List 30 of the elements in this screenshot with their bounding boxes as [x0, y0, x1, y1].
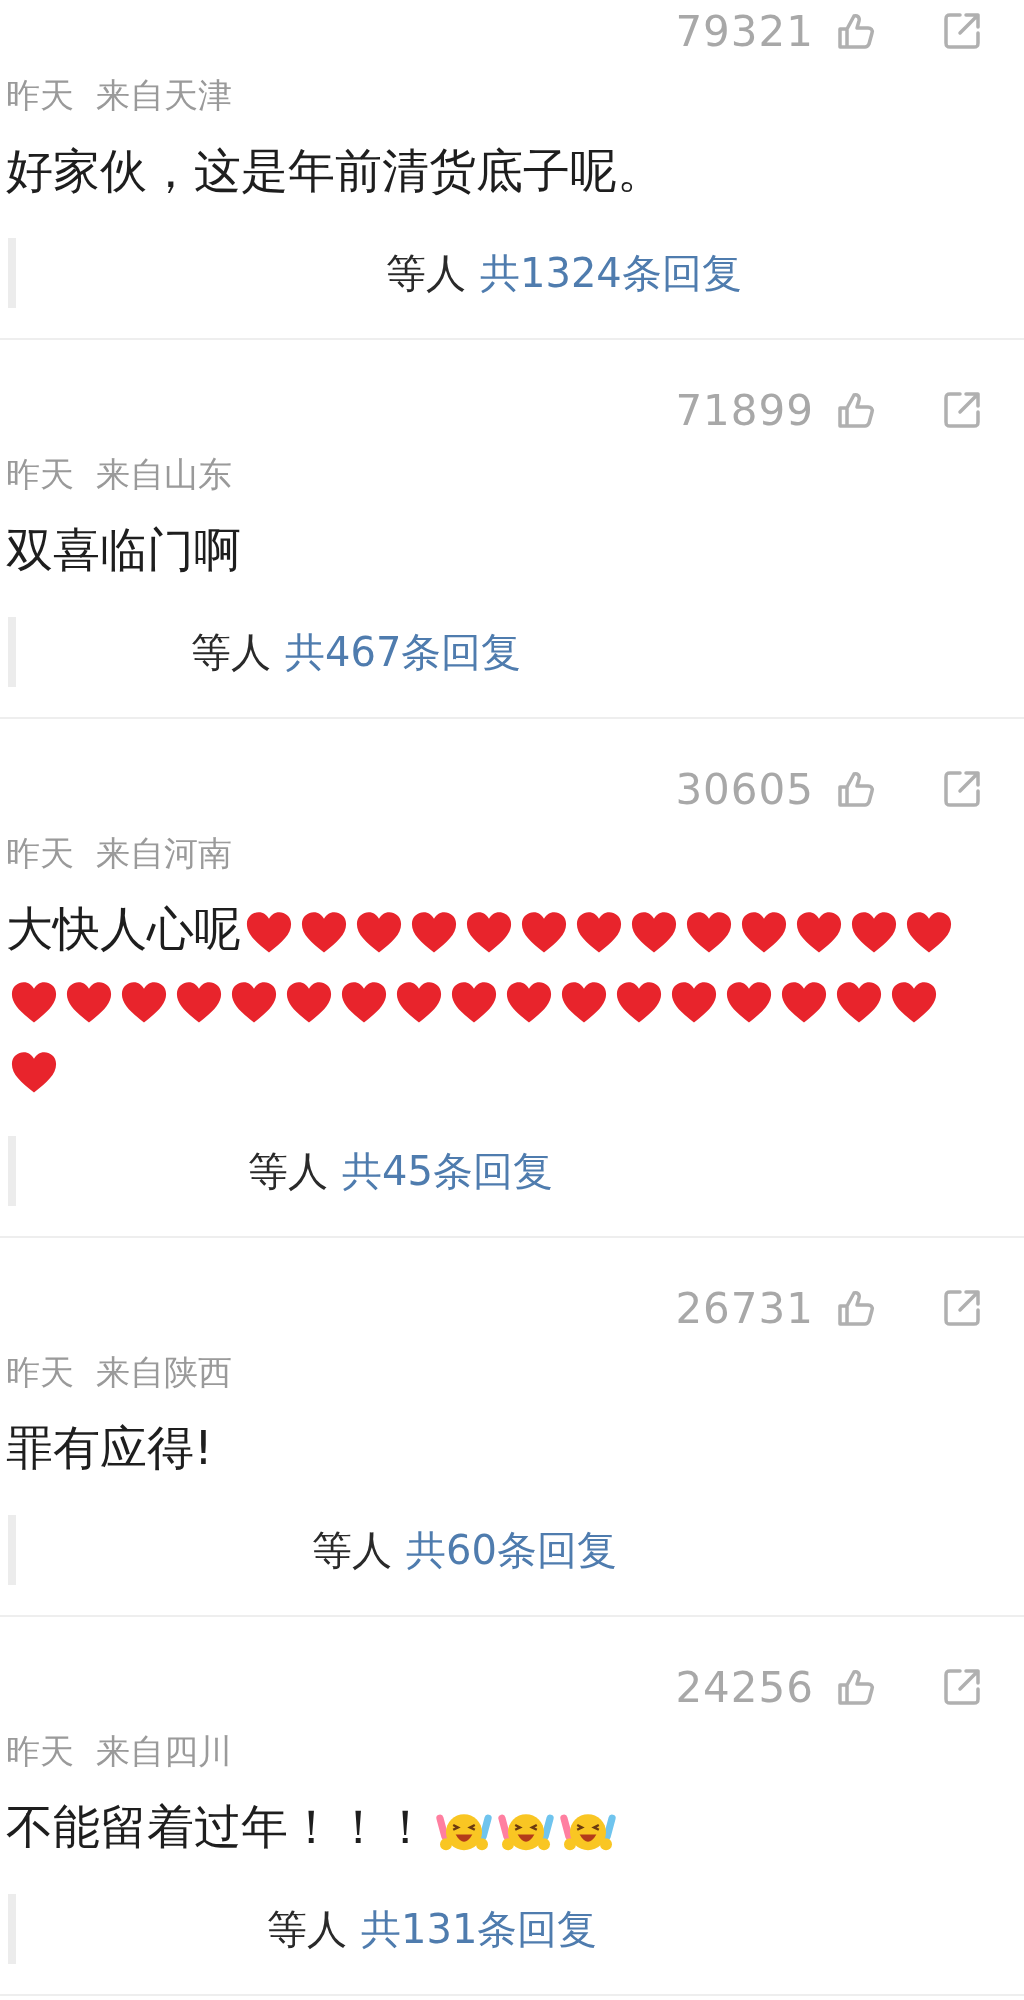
like-count: 71899 [675, 385, 814, 435]
like-count: 79321 [675, 6, 814, 56]
reply-count-link[interactable]: 共131条回复 [361, 1901, 598, 1957]
reply-users-label: 等人 [248, 1146, 328, 1196]
reply-users-label: 等人 [191, 627, 271, 677]
comment-text: 好家伙，这是年前清货底子呢。 [6, 143, 664, 198]
like-count: 30605 [675, 764, 814, 814]
comment-time: 昨天 [6, 74, 74, 116]
like-count: 24256 [675, 1662, 814, 1712]
reply-count-link[interactable]: 共45条回复 [342, 1143, 553, 1199]
reply-users-label: 等人 [267, 1904, 347, 1954]
reply-users-label: 等人 [312, 1525, 392, 1575]
comment-time: 昨天 [6, 1730, 74, 1772]
comment-location: 来自陕西 [96, 1351, 232, 1393]
comment-text: 大快人心呢 [6, 901, 241, 956]
reply-users-label: 等人 [386, 248, 466, 298]
comment-text: 罪有应得! [6, 1420, 213, 1475]
comment-time: 昨天 [6, 832, 74, 874]
comment-location: 来自河南 [96, 832, 232, 874]
comment-location: 来自天津 [96, 74, 232, 116]
comment-location: 来自山东 [96, 453, 232, 495]
comment-location: 来自四川 [96, 1730, 232, 1772]
comment-time: 昨天 [6, 453, 74, 495]
comment-time: 昨天 [6, 1351, 74, 1393]
reply-count-link[interactable]: 共467条回复 [285, 624, 522, 680]
comment-text: 不能留着过年！！！ [6, 1799, 429, 1854]
like-count: 26731 [675, 1283, 814, 1333]
comment-text: 双喜临门啊 [6, 522, 241, 577]
reply-count-link[interactable]: 共1324条回复 [480, 245, 742, 301]
reply-count-link[interactable]: 共60条回复 [406, 1522, 617, 1578]
